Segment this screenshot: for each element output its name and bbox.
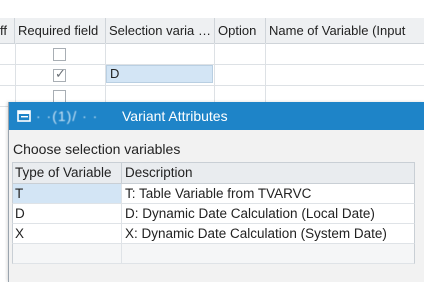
column-header-type[interactable]: Type of Variable [15,163,122,183]
type-cell[interactable]: X [13,224,122,243]
column-header-variable-name[interactable]: Name of Variable (Input [266,18,424,43]
grid-row-x[interactable]: X X: Dynamic Date Calculation (System Da… [12,224,415,244]
dialog-prompt: Choose selection variables [13,141,181,157]
column-header-option[interactable]: Option [215,18,266,43]
grid-row-t[interactable]: T T: Table Variable from TVARVC [12,184,415,204]
column-header-ellipsis[interactable]: … [198,18,215,43]
dialog-title: Variant Attributes [122,108,228,124]
description-cell[interactable]: X: Dynamic Date Calculation (System Date… [123,224,387,243]
dialog-title-obscured: · ·(1)/ · · [36,108,99,124]
table-header: ff Required field Selection varia … Opti… [0,18,424,44]
grid-row-empty [12,244,415,264]
window-icon [17,110,31,122]
column-header-selection-variable[interactable]: Selection varia [106,18,206,43]
selection-variable-input[interactable]: D [106,65,213,83]
grid-header: Type of Variable Description [12,162,415,184]
description-cell[interactable]: D: Dynamic Date Calculation (Local Date) [123,204,375,223]
required-checkbox[interactable]: ✓ [53,66,66,82]
required-checkbox[interactable] [53,48,66,61]
column-header-ff[interactable]: ff [0,18,15,43]
variant-attributes-dialog: · ·(1)/ · · Variant Attributes Choose se… [8,102,424,282]
dialog-title-bar[interactable]: · ·(1)/ · · Variant Attributes [9,102,424,130]
description-cell[interactable]: T: Table Variable from TVARVC [123,184,311,203]
column-header-description[interactable]: Description [125,163,414,183]
grid-row-d[interactable]: D D: Dynamic Date Calculation (Local Dat… [12,204,415,224]
column-header-required-field[interactable]: Required field [15,18,106,43]
checkmark-icon: ✓ [55,66,66,81]
type-cell[interactable]: D [13,204,122,223]
type-cell[interactable]: T [13,184,122,203]
